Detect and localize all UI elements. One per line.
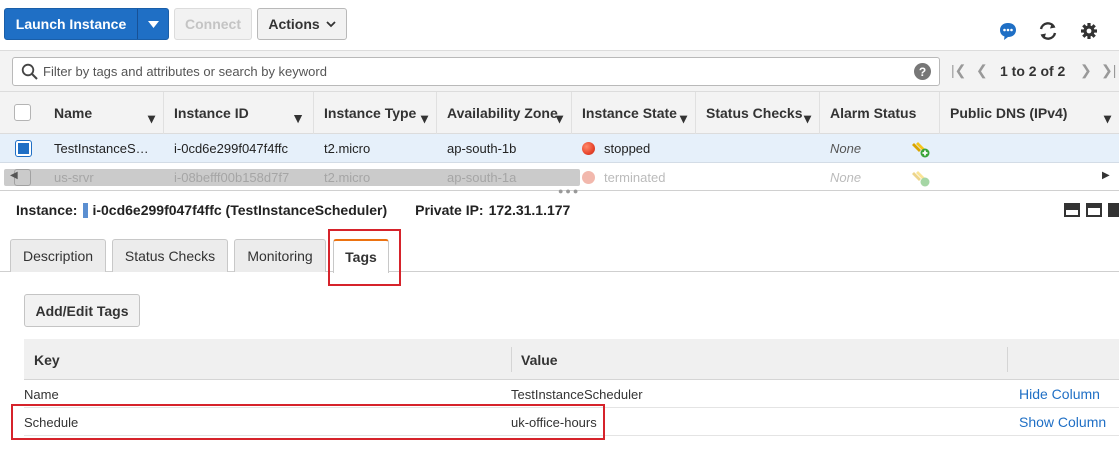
row-checkbox[interactable] [15, 140, 32, 157]
tags-table-header: Key Value [24, 339, 1119, 380]
toolbar: Launch Instance Connect Actions [0, 0, 1119, 50]
table-row[interactable]: TestInstanceS… i-0cd6e299f047f4ffc t2.mi… [0, 134, 1119, 163]
next-page-icon[interactable]: ❯ [1080, 62, 1092, 79]
sort-icon: ▾ [679, 110, 687, 126]
help-icon[interactable]: ? [914, 63, 931, 80]
splitter-handle-icon[interactable]: ●●● [558, 186, 580, 196]
scroll-left-icon[interactable]: ◀ [10, 170, 18, 181]
tag-value: TestInstanceScheduler [511, 386, 643, 402]
instance-name: TestInstanceS… [54, 141, 149, 156]
column-header-name[interactable]: Name ▾ [44, 92, 164, 134]
state-dot-icon [582, 171, 595, 184]
alarm-status: None [830, 141, 862, 156]
connect-button[interactable]: Connect [174, 8, 252, 40]
instance-color-bar [83, 202, 89, 218]
scroll-right-icon[interactable]: ▶ [1102, 170, 1110, 181]
search-box: ? [12, 57, 940, 86]
launch-instance-button[interactable]: Launch Instance [4, 8, 169, 40]
prev-page-icon[interactable]: ❮ [976, 62, 988, 79]
refresh-icon[interactable] [1037, 20, 1059, 42]
sort-icon: ▼ [291, 110, 305, 126]
sort-icon: ▾ [1103, 110, 1111, 126]
add-alarm-icon[interactable] [912, 163, 930, 192]
tab-description[interactable]: Description [10, 239, 106, 272]
gear-icon[interactable] [1078, 20, 1100, 42]
last-page-icon[interactable]: ❯| [1101, 62, 1116, 79]
pane-layout-controls [1064, 203, 1119, 217]
tab-status-checks[interactable]: Status Checks [112, 239, 228, 272]
chat-icon[interactable] [997, 20, 1019, 42]
select-all-checkbox[interactable] [14, 104, 31, 121]
column-header-key: Key [34, 351, 60, 368]
sort-icon: ▾ [803, 110, 811, 126]
instance-type: t2.micro [324, 141, 371, 156]
hide-column-link[interactable]: Hide Column [1019, 380, 1100, 408]
instance-id: i-0cd6e299f047f4ffc [174, 141, 288, 156]
column-header-instance-id[interactable]: Instance ID ▼ [164, 92, 314, 134]
tag-key: Schedule [24, 414, 79, 430]
sort-icon: ▾ [555, 110, 563, 126]
horizontal-scrollbar[interactable] [4, 169, 580, 186]
layout-split-icon[interactable] [1086, 203, 1102, 217]
show-column-link[interactable]: Show Column [1019, 408, 1106, 436]
column-header-availability-zone[interactable]: Availability Zone ▾ [437, 92, 572, 134]
instance-value: i-0cd6e299f047f4ffc (TestInstanceSchedul… [92, 202, 388, 218]
tag-key: Name [24, 386, 59, 402]
filter-bar: ? |❮ ❮ 1 to 2 of 2 ❯ ❯| [0, 50, 1119, 92]
tab-tags[interactable]: Tags [333, 239, 389, 273]
chevron-down-icon [147, 20, 159, 28]
private-ip-label: Private IP: [415, 202, 484, 218]
state-dot-icon [582, 142, 595, 155]
search-input[interactable] [43, 58, 903, 85]
add-edit-tags-button[interactable]: Add/Edit Tags [24, 294, 140, 327]
instance-state: stopped [582, 134, 650, 163]
search-icon [21, 63, 38, 80]
table-row: Name TestInstanceScheduler Hide Column [24, 380, 1119, 408]
add-alarm-icon[interactable] [912, 134, 930, 163]
column-header-alarm-status[interactable]: Alarm Status [820, 92, 940, 134]
column-divider [1007, 347, 1008, 372]
layout-bottom-icon[interactable] [1064, 203, 1080, 217]
instances-table-header: Name ▾ Instance ID ▼ Instance Type ▾ Availa… [0, 92, 1119, 134]
tag-value: uk-office-hours [511, 414, 597, 430]
instance-label: Instance: [16, 202, 78, 218]
sort-icon: ▾ [147, 110, 155, 126]
tab-monitoring[interactable]: Monitoring [234, 239, 326, 272]
instance-info: Instance: i-0cd6e299f047f4ffc (TestInsta… [16, 202, 570, 218]
actions-label: Actions [268, 16, 320, 32]
launch-dropdown-button[interactable] [137, 9, 168, 39]
table-row: Schedule uk-office-hours Show Column [24, 408, 1119, 436]
pagination-text: 1 to 2 of 2 [1000, 63, 1066, 79]
chevron-down-icon [326, 20, 336, 27]
column-divider [511, 347, 512, 372]
private-ip-value: 172.31.1.177 [488, 202, 571, 218]
layout-full-icon[interactable] [1108, 203, 1119, 217]
column-header-public-dns[interactable]: Public DNS (IPv4) ▾ [940, 92, 1119, 134]
first-page-icon[interactable]: |❮ [951, 62, 966, 79]
instance-state: terminated [582, 163, 665, 192]
sort-icon: ▾ [420, 110, 428, 126]
availability-zone: ap-south-1b [447, 141, 517, 156]
launch-instance-label[interactable]: Launch Instance [5, 9, 137, 39]
alarm-status: None [830, 170, 862, 185]
column-header-instance-state[interactable]: Instance State ▾ [572, 92, 696, 134]
column-header-value: Value [521, 351, 558, 368]
column-header-instance-type[interactable]: Instance Type ▾ [314, 92, 437, 134]
column-header-status-checks[interactable]: Status Checks ▾ [696, 92, 820, 134]
actions-button[interactable]: Actions [257, 8, 347, 40]
